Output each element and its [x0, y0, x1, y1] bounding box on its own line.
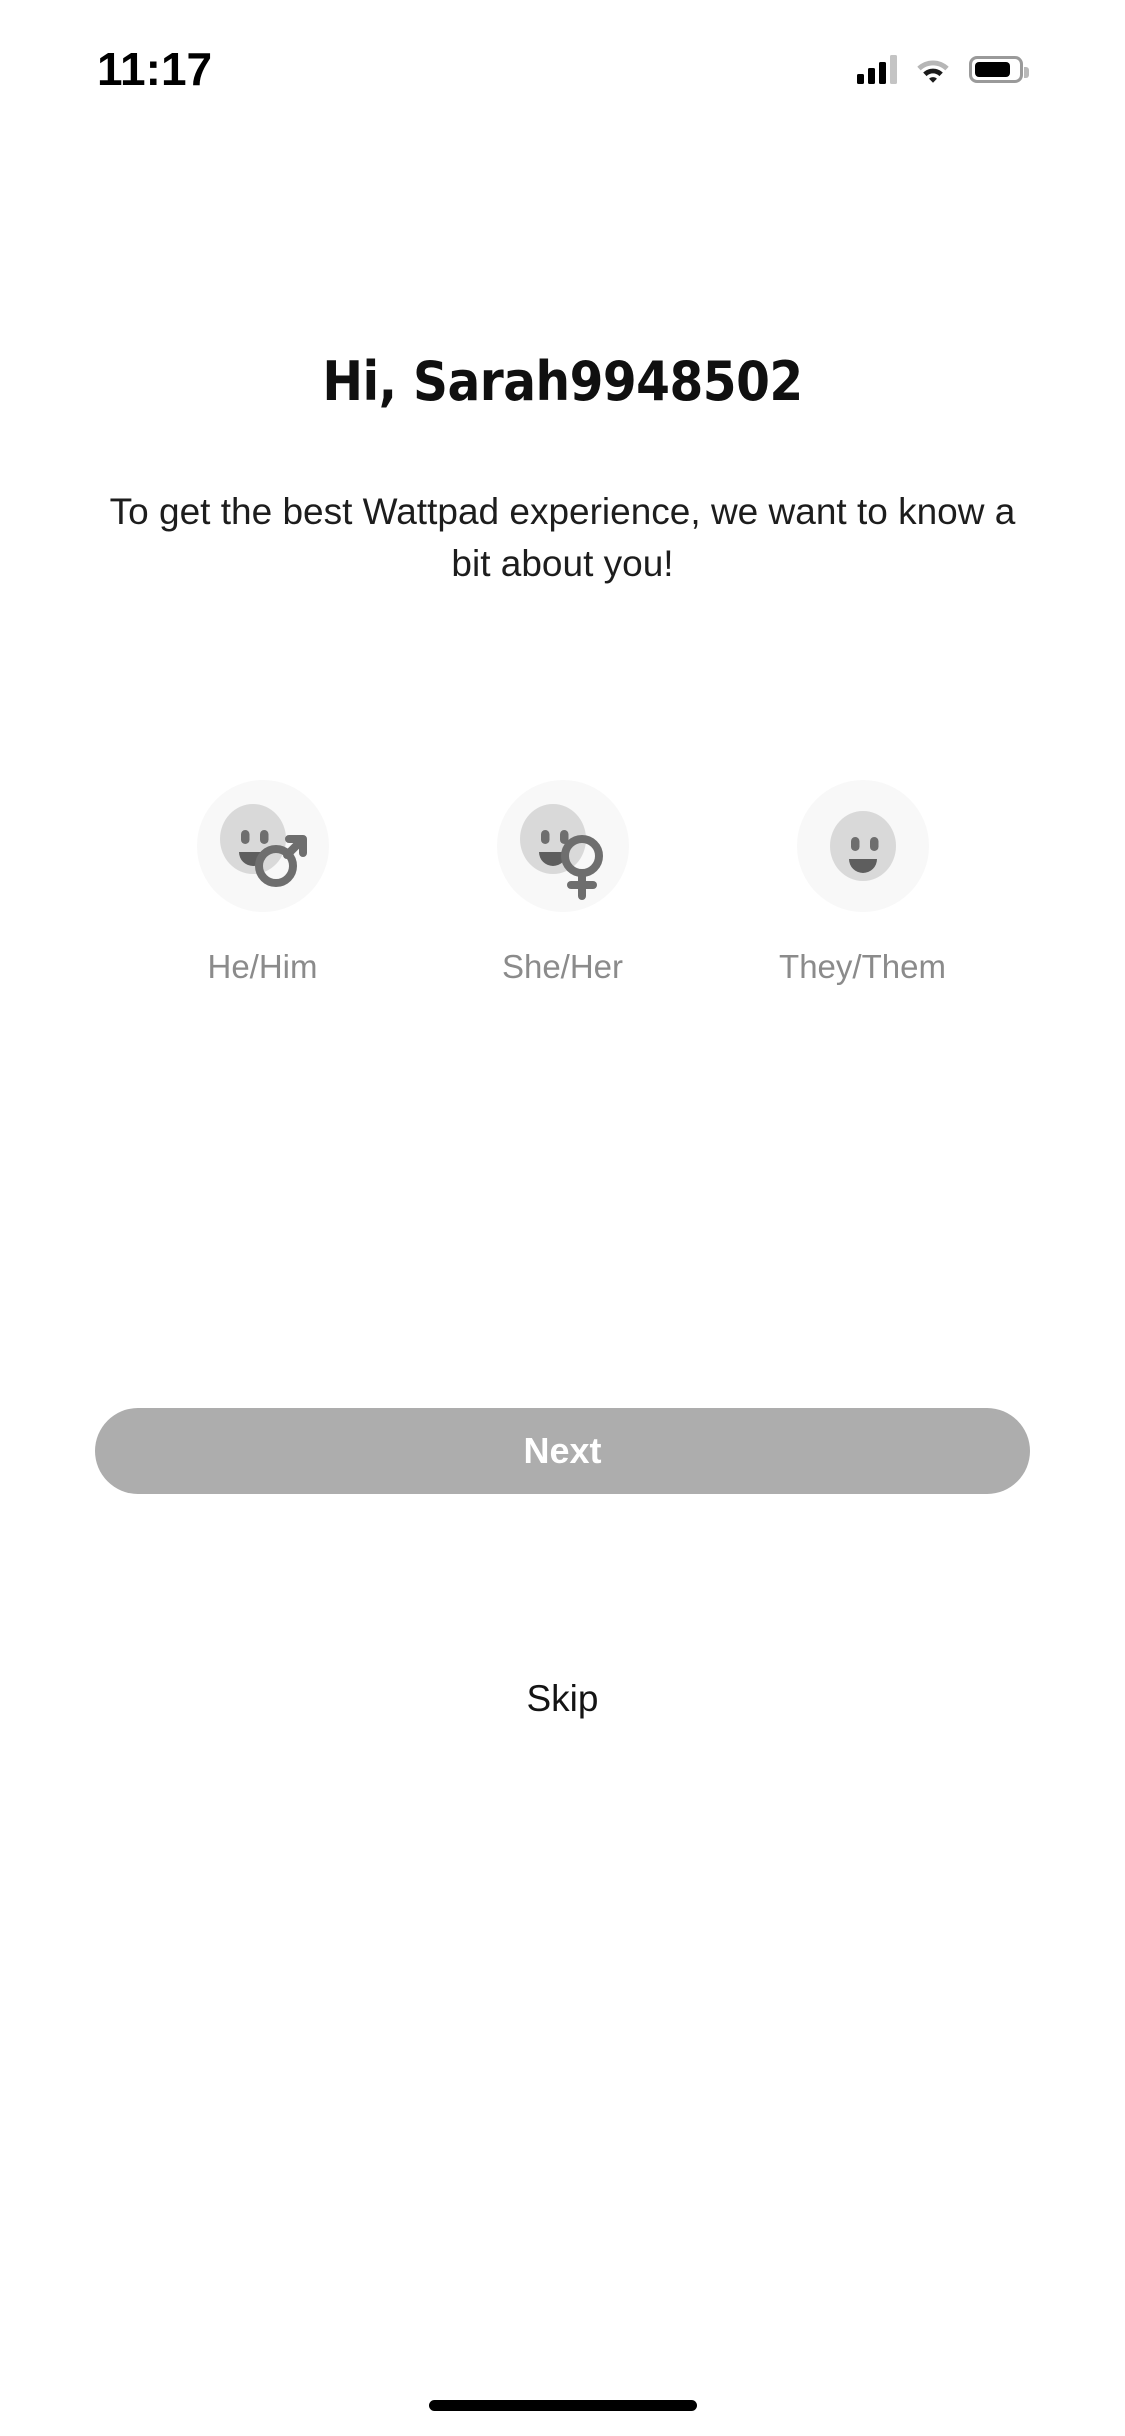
pronoun-option-they-them[interactable]: They/Them [753, 780, 973, 986]
page-title: Hi, Sarah9948502 [322, 350, 803, 413]
skip-button[interactable]: Skip [0, 1678, 1125, 1720]
page-subtitle: To get the best Wattpad experience, we w… [109, 491, 1016, 584]
pronoun-option-she-her[interactable]: She/Her [453, 780, 673, 986]
next-button[interactable]: Next [95, 1408, 1030, 1494]
pronoun-option-label: They/Them [779, 948, 946, 985]
onboarding-pronoun-screen: 11:17 Hi, Sarah9948502 To get the best W… [0, 0, 1125, 2436]
pronoun-option-he-him[interactable]: He/Him [153, 780, 373, 986]
pronoun-option-label: He/Him [207, 948, 318, 985]
home-indicator [428, 2400, 697, 2411]
pronoun-option-list: He/Him She/Her They/Them [0, 780, 1125, 986]
pronoun-option-label: She/Her [501, 948, 624, 985]
main-content: Hi, Sarah9948502 To get the best Wattpad… [0, 0, 1125, 2436]
face-with-female-symbol-icon [496, 780, 629, 912]
face-neutral-icon [796, 780, 929, 912]
face-with-male-symbol-icon [196, 780, 329, 912]
